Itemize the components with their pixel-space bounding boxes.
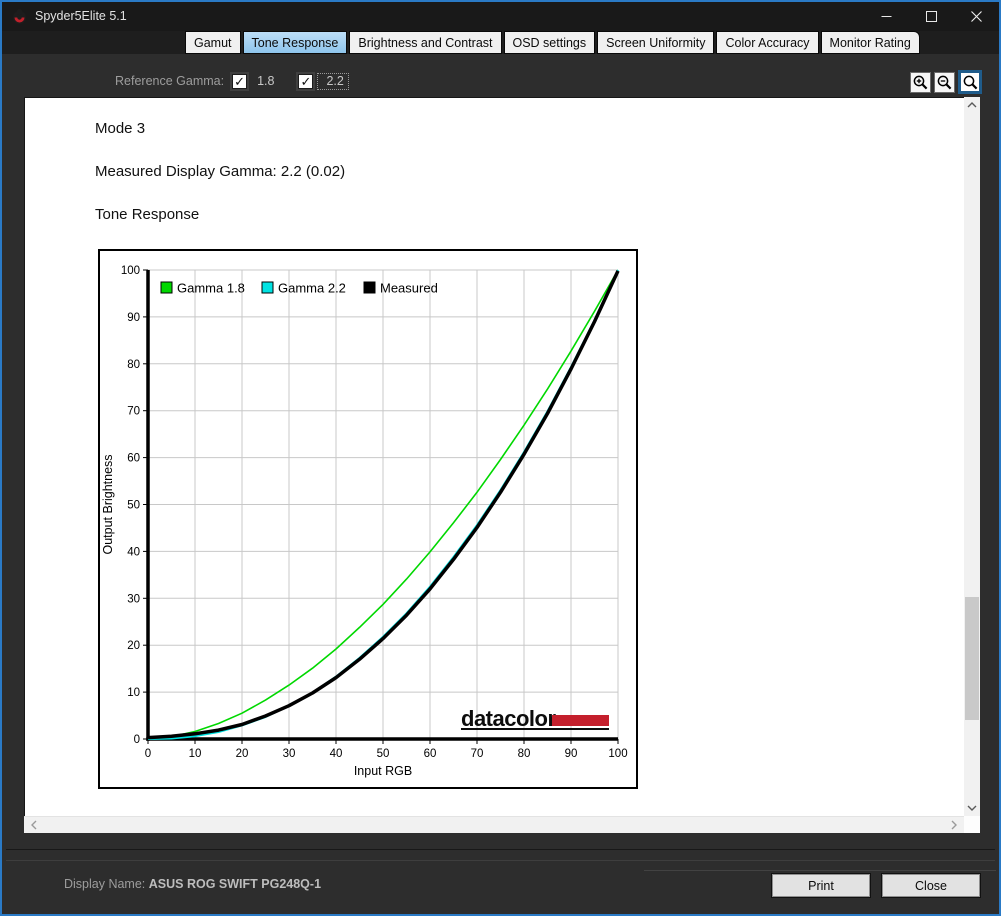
tick-label-y: 80 (127, 359, 140, 371)
reference-gamma-row: Reference Gamma: ✓ 1.8 ✓ 2.2 (115, 70, 349, 92)
tab-monitor-rating[interactable]: Monitor Rating (820, 31, 920, 54)
tab-osd-settings[interactable]: OSD settings (503, 31, 596, 54)
magnifier-icon (963, 75, 977, 89)
legend-swatch (261, 281, 274, 294)
tone-response-chart-svg: 0 10 20 30 40 50 60 70 80 90 100 0 10 20 30 40 50 60 70 80 9… (98, 249, 638, 789)
tick-label-x: 40 (330, 748, 343, 760)
tick-label-y: 70 (127, 406, 140, 418)
display-name-value: ASUS ROG SWIFT PG248Q-1 (148, 877, 322, 891)
tick-label-y: 30 (127, 593, 140, 605)
gamma-1.8-checkbox[interactable]: ✓ (232, 73, 248, 89)
zoom-in-button[interactable] (910, 71, 931, 93)
datacolor-logo-text: datacolor (461, 706, 556, 731)
scroll-left-arrow[interactable] (26, 817, 42, 833)
minimize-button[interactable] (864, 2, 909, 31)
datacolor-logo-underline (461, 728, 609, 730)
scrollbar-corner (964, 816, 980, 833)
tick-label-x: 70 (471, 748, 484, 760)
window-title: Spyder5Elite 5.1 (35, 9, 127, 23)
tab-tone-response[interactable]: Tone Response (242, 31, 348, 54)
tick-label-x: 80 (518, 748, 531, 760)
horizontal-scrollbar[interactable] (24, 816, 964, 833)
content-panel: Mode 3 Measured Display Gamma: 2.2 (0.02… (24, 97, 964, 816)
maximize-button[interactable] (909, 2, 954, 31)
footer-divider-dark (6, 849, 995, 850)
zoom-in-icon (913, 75, 928, 89)
mode-heading: Mode 3 (95, 120, 146, 137)
gamma-2.2-label: 2.2 (317, 72, 349, 90)
close-dialog-button[interactable]: Close (881, 873, 981, 898)
tick-label-x: 10 (189, 748, 202, 760)
scroll-right-arrow[interactable] (946, 817, 962, 833)
gamma-1.8-label: 1.8 (257, 74, 275, 88)
legend-label: Gamma 1.8 (177, 281, 245, 296)
tick-label-x: 20 (236, 748, 249, 760)
tab-gamut[interactable]: Gamut (185, 31, 241, 54)
display-name-label: Display Name: (64, 877, 146, 891)
tick-label-x: 50 (377, 748, 390, 760)
legend-swatch (160, 281, 173, 294)
zoom-out-icon (937, 75, 952, 89)
gamma-2.2-checkbox[interactable]: ✓ (298, 73, 314, 89)
title-bar[interactable]: Spyder5Elite 5.1 (2, 2, 999, 31)
legend-swatch (363, 281, 376, 294)
tone-response-chart: 0 10 20 30 40 50 60 70 80 90 100 0 10 20 30 40 50 60 70 80 9… (98, 249, 638, 789)
tick-label-y: 50 (127, 500, 140, 512)
tab-color-accuracy[interactable]: Color Accuracy (716, 31, 819, 54)
zoom-reset-button[interactable] (958, 70, 982, 94)
y-axis-label: Output Brightness (101, 454, 115, 554)
button-panel-divider (644, 870, 996, 871)
tick-label-x: 90 (565, 748, 578, 760)
legend-label: Gamma 2.2 (278, 281, 346, 296)
spyder-app-icon (13, 9, 26, 24)
tone-response-heading: Tone Response (95, 206, 200, 223)
x-axis-label: Input RGB (354, 764, 412, 778)
datacolor-logo-bar (552, 715, 609, 726)
tab-brightness-and-contrast[interactable]: Brightness and Contrast (349, 31, 502, 54)
legend-label: Measured (380, 281, 438, 296)
tick-label-y: 40 (127, 546, 140, 558)
tick-label-y: 60 (127, 453, 140, 465)
tick-label-y: 100 (121, 265, 140, 277)
tick-label-y: 20 (127, 640, 140, 652)
tick-label-x: 100 (608, 748, 627, 760)
zoom-out-button[interactable] (934, 71, 955, 93)
tick-label-y: 10 (127, 687, 140, 699)
scroll-down-arrow[interactable] (964, 800, 980, 816)
print-button[interactable]: Print (771, 873, 871, 898)
window-controls (864, 2, 999, 31)
scroll-up-arrow[interactable] (964, 97, 980, 113)
zoom-button-group (910, 70, 982, 94)
tab-screen-uniformity[interactable]: Screen Uniformity (597, 31, 715, 54)
tick-label-x: 60 (424, 748, 437, 760)
tick-label-x: 30 (283, 748, 296, 760)
chart-border (98, 249, 638, 789)
vertical-scrollbar-thumb[interactable] (965, 597, 979, 720)
reference-gamma-label: Reference Gamma: (115, 74, 225, 88)
close-button[interactable] (954, 2, 999, 31)
tick-label-x: 0 (145, 748, 151, 760)
display-name: Display Name: ASUS ROG SWIFT PG248Q-1 (64, 877, 321, 891)
legend-item-measured: Measured (363, 281, 438, 296)
tab-bar: Gamut Tone Response Brightness and Contr… (185, 31, 920, 54)
app-window: Spyder5Elite 5.1 Gamut Tone Response Bri… (0, 0, 1001, 916)
tick-label-y: 0 (134, 734, 140, 746)
footer-divider-light (6, 860, 995, 861)
vertical-scrollbar[interactable] (964, 97, 980, 816)
tick-label-y: 90 (127, 312, 140, 324)
measured-gamma-heading: Measured Display Gamma: 2.2 (0.02) (95, 163, 346, 180)
